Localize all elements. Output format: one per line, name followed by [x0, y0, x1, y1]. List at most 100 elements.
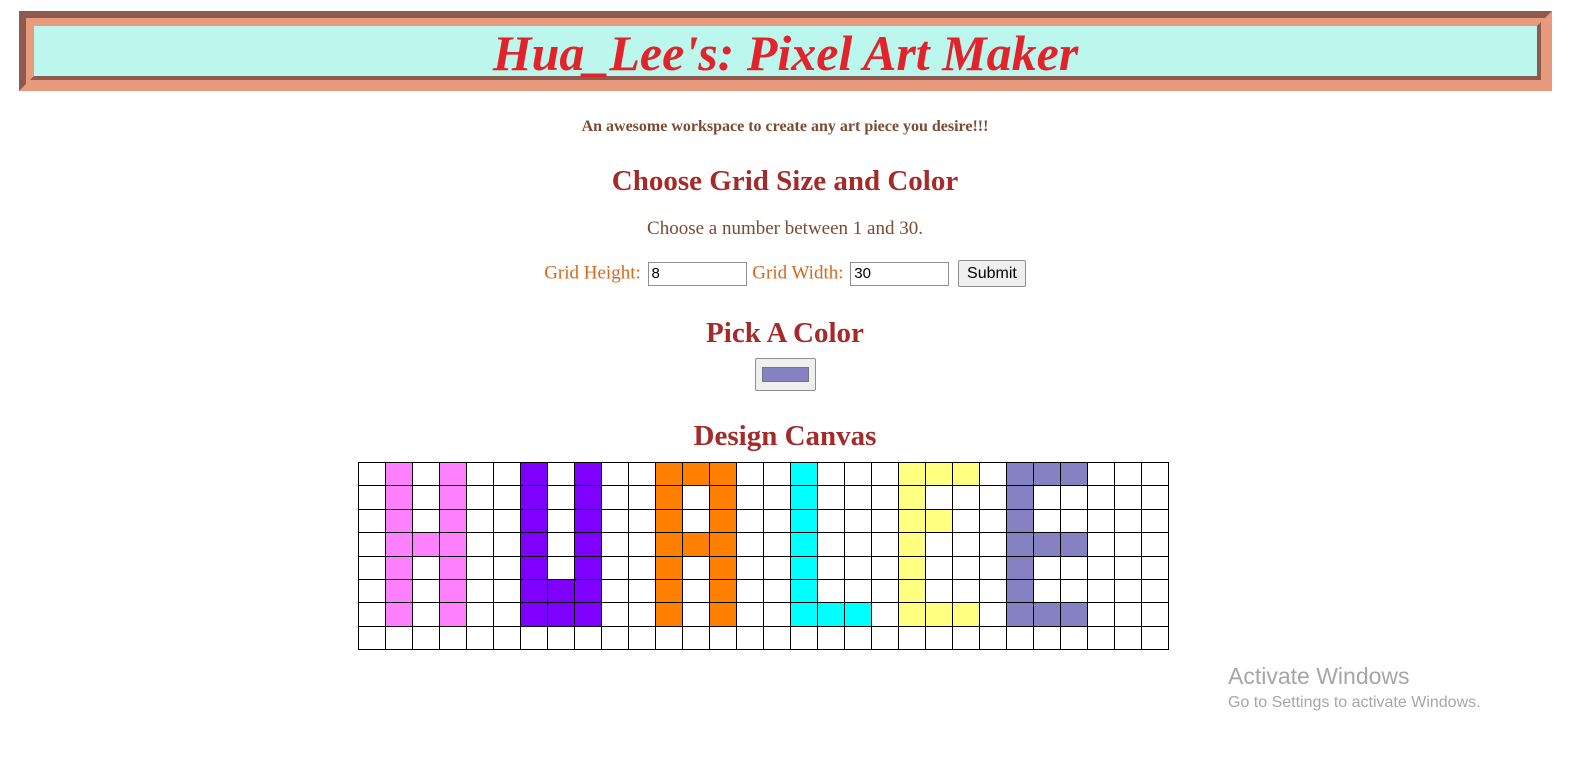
- canvas-cell[interactable]: [1060, 508, 1088, 534]
- canvas-cell[interactable]: [682, 461, 710, 487]
- canvas-cell[interactable]: [1141, 578, 1169, 604]
- canvas-cell[interactable]: [493, 532, 521, 557]
- canvas-cell[interactable]: [628, 532, 656, 557]
- canvas-cell[interactable]: [655, 532, 683, 557]
- pixel-canvas[interactable]: [358, 461, 1169, 651]
- canvas-cell[interactable]: [844, 485, 872, 510]
- canvas-cell[interactable]: [763, 625, 791, 651]
- canvas-cell[interactable]: [709, 555, 737, 580]
- canvas-cell[interactable]: [1141, 625, 1169, 651]
- canvas-cell[interactable]: [1006, 461, 1034, 487]
- canvas-cell[interactable]: [358, 578, 386, 604]
- canvas-cell[interactable]: [601, 625, 629, 651]
- canvas-cell[interactable]: [1060, 578, 1088, 604]
- canvas-cell[interactable]: [844, 578, 872, 604]
- canvas-cell[interactable]: [1141, 461, 1169, 487]
- canvas-cell[interactable]: [385, 461, 413, 487]
- submit-button[interactable]: Submit: [958, 260, 1026, 287]
- canvas-cell[interactable]: [844, 602, 872, 627]
- canvas-cell[interactable]: [1087, 508, 1115, 534]
- canvas-cell[interactable]: [736, 461, 764, 487]
- canvas-cell[interactable]: [1006, 508, 1034, 534]
- canvas-cell[interactable]: [520, 508, 548, 534]
- canvas-cell[interactable]: [655, 485, 683, 510]
- canvas-cell[interactable]: [1033, 555, 1061, 580]
- canvas-cell[interactable]: [952, 555, 980, 580]
- canvas-cell[interactable]: [871, 578, 899, 604]
- canvas-cell[interactable]: [520, 555, 548, 580]
- canvas-cell[interactable]: [520, 602, 548, 627]
- canvas-cell[interactable]: [736, 602, 764, 627]
- canvas-cell[interactable]: [439, 485, 467, 510]
- canvas-cell[interactable]: [466, 555, 494, 580]
- canvas-cell[interactable]: [385, 602, 413, 627]
- canvas-cell[interactable]: [358, 532, 386, 557]
- canvas-cell[interactable]: [601, 578, 629, 604]
- canvas-cell[interactable]: [1141, 555, 1169, 580]
- canvas-cell[interactable]: [844, 508, 872, 534]
- canvas-cell[interactable]: [628, 508, 656, 534]
- canvas-cell[interactable]: [466, 485, 494, 510]
- canvas-cell[interactable]: [1006, 578, 1034, 604]
- canvas-cell[interactable]: [412, 485, 440, 510]
- canvas-cell[interactable]: [871, 555, 899, 580]
- canvas-cell[interactable]: [412, 578, 440, 604]
- canvas-cell[interactable]: [1114, 555, 1142, 580]
- canvas-cell[interactable]: [1006, 485, 1034, 510]
- canvas-cell[interactable]: [790, 508, 818, 534]
- canvas-cell[interactable]: [952, 625, 980, 651]
- canvas-cell[interactable]: [439, 532, 467, 557]
- canvas-cell[interactable]: [817, 578, 845, 604]
- canvas-cell[interactable]: [817, 625, 845, 651]
- canvas-cell[interactable]: [493, 485, 521, 510]
- canvas-cell[interactable]: [628, 602, 656, 627]
- canvas-cell[interactable]: [1060, 602, 1088, 627]
- canvas-cell[interactable]: [925, 555, 953, 580]
- canvas-cell[interactable]: [817, 485, 845, 510]
- canvas-cell[interactable]: [1114, 485, 1142, 510]
- canvas-cell[interactable]: [574, 602, 602, 627]
- canvas-cell[interactable]: [682, 532, 710, 557]
- canvas-cell[interactable]: [1060, 532, 1088, 557]
- canvas-cell[interactable]: [655, 508, 683, 534]
- canvas-cell[interactable]: [628, 625, 656, 651]
- canvas-cell[interactable]: [709, 625, 737, 651]
- canvas-cell[interactable]: [439, 578, 467, 604]
- canvas-cell[interactable]: [682, 602, 710, 627]
- canvas-cell[interactable]: [1060, 555, 1088, 580]
- canvas-cell[interactable]: [385, 555, 413, 580]
- canvas-cell[interactable]: [358, 508, 386, 534]
- canvas-cell[interactable]: [844, 625, 872, 651]
- canvas-cell[interactable]: [952, 461, 980, 487]
- canvas-cell[interactable]: [358, 461, 386, 487]
- canvas-cell[interactable]: [412, 555, 440, 580]
- canvas-cell[interactable]: [898, 508, 926, 534]
- canvas-cell[interactable]: [439, 602, 467, 627]
- canvas-cell[interactable]: [493, 508, 521, 534]
- canvas-cell[interactable]: [952, 578, 980, 604]
- canvas-cell[interactable]: [520, 461, 548, 487]
- canvas-cell[interactable]: [979, 532, 1007, 557]
- canvas-cell[interactable]: [1033, 485, 1061, 510]
- canvas-cell[interactable]: [898, 602, 926, 627]
- canvas-cell[interactable]: [547, 532, 575, 557]
- canvas-cell[interactable]: [790, 578, 818, 604]
- canvas-cell[interactable]: [412, 625, 440, 651]
- canvas-cell[interactable]: [763, 578, 791, 604]
- canvas-cell[interactable]: [817, 555, 845, 580]
- canvas-cell[interactable]: [871, 602, 899, 627]
- canvas-cell[interactable]: [925, 625, 953, 651]
- canvas-cell[interactable]: [439, 461, 467, 487]
- canvas-cell[interactable]: [1033, 602, 1061, 627]
- canvas-cell[interactable]: [682, 555, 710, 580]
- canvas-cell[interactable]: [1033, 508, 1061, 534]
- canvas-cell[interactable]: [358, 485, 386, 510]
- canvas-cell[interactable]: [520, 578, 548, 604]
- canvas-cell[interactable]: [898, 461, 926, 487]
- canvas-cell[interactable]: [466, 508, 494, 534]
- grid-width-input[interactable]: [850, 261, 950, 286]
- canvas-cell[interactable]: [790, 485, 818, 510]
- canvas-cell[interactable]: [871, 461, 899, 487]
- canvas-cell[interactable]: [979, 578, 1007, 604]
- canvas-cell[interactable]: [1141, 508, 1169, 534]
